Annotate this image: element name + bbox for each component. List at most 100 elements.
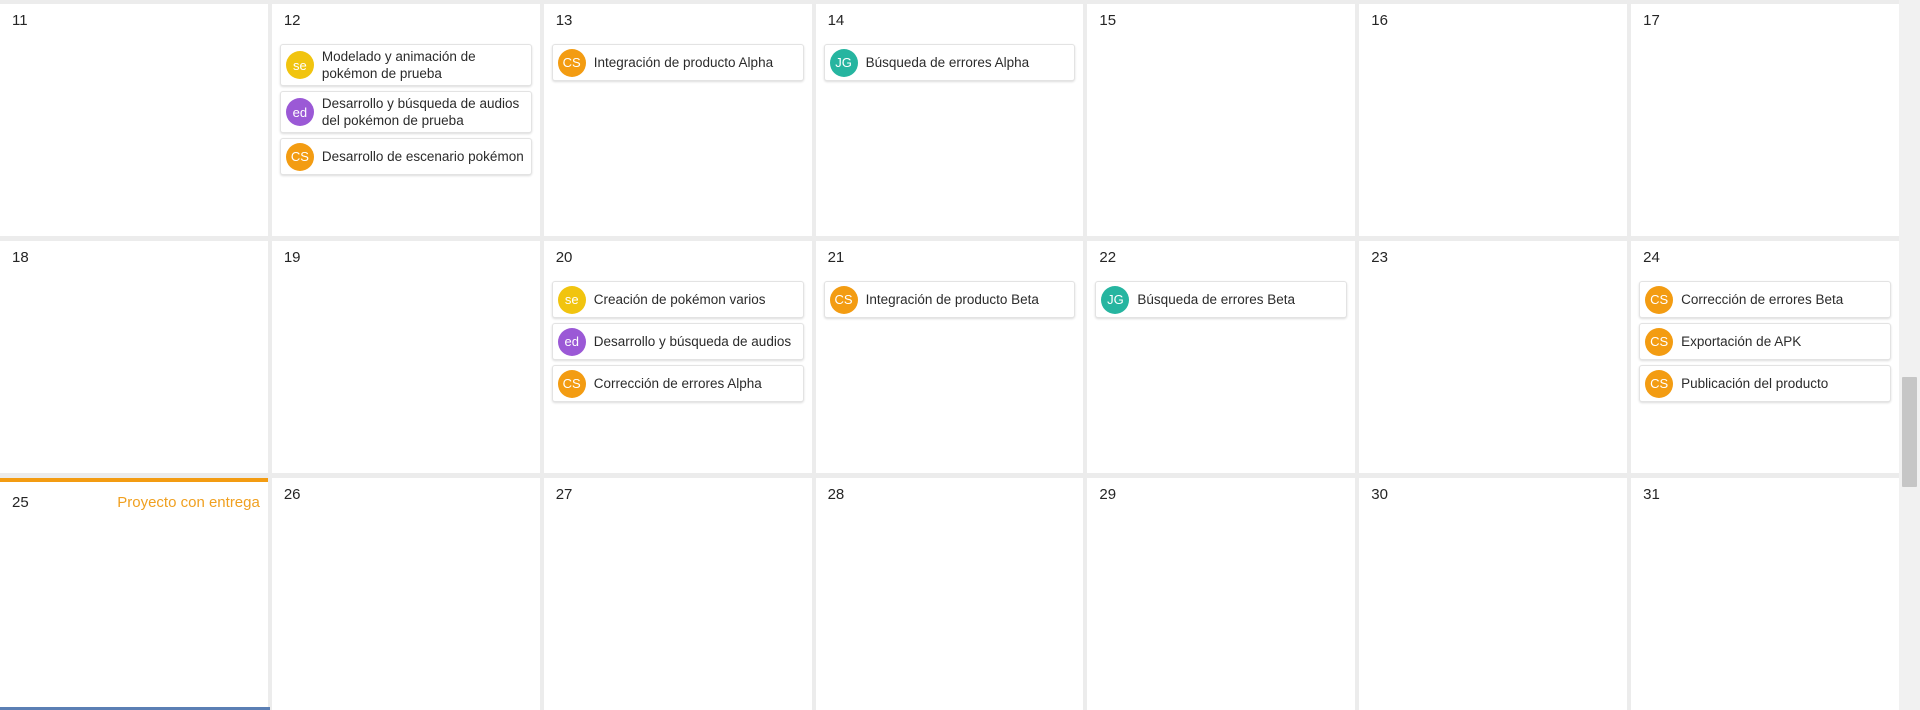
task-title: Publicación del producto xyxy=(1681,376,1829,391)
day-number: 12 xyxy=(283,12,301,29)
assignee-avatar[interactable]: CS xyxy=(1645,285,1674,314)
task-title: Búsqueda de errores Beta xyxy=(1137,292,1296,307)
task-title: Corrección de errores Beta xyxy=(1681,292,1844,307)
day-header: 30 xyxy=(1371,486,1619,506)
task-card[interactable]: se Modelado y animación de pokémon de pru… xyxy=(279,44,532,86)
day-header: 21 xyxy=(828,249,1076,269)
task-card[interactable]: CS Desarrollo de escenario pokémon xyxy=(279,138,532,175)
task-card[interactable]: CS Integración de producto Alpha xyxy=(551,44,804,81)
day-header: 28 xyxy=(828,486,1076,506)
day-cell-29[interactable]: 29 xyxy=(1087,478,1356,710)
day-cell-30[interactable]: 30 xyxy=(1359,478,1628,710)
day-header: 18 xyxy=(12,249,260,269)
day-cell-25[interactable]: 25 Proyecto con entrega xyxy=(0,478,268,710)
day-number: 19 xyxy=(283,249,301,266)
vertical-scrollbar-track[interactable] xyxy=(1899,0,1920,710)
day-cell-14[interactable]: 14 JG Búsqueda de errores Alpha xyxy=(815,4,1084,236)
task-title: Integración de producto Beta xyxy=(865,292,1039,307)
day-header: 12 xyxy=(284,12,532,32)
day-header: 15 xyxy=(1099,12,1347,32)
assignee-avatar[interactable]: CS xyxy=(557,48,586,77)
day-cell-23[interactable]: 23 xyxy=(1359,241,1628,473)
task-title: Exportación de APK xyxy=(1681,334,1802,349)
task-title: Corrección de errores Alpha xyxy=(593,376,762,391)
calendar-viewport: 11 12 se Modelado y animación de pokémon de… xyxy=(0,0,1920,710)
assignee-avatar[interactable]: JG xyxy=(829,48,858,77)
day-header: 17 xyxy=(1643,12,1891,32)
task-list: se Modelado y animación de pokémon de pru… xyxy=(279,44,532,175)
task-card[interactable]: CS Corrección de errores Alpha xyxy=(551,365,804,402)
assignee-avatar[interactable]: se xyxy=(557,285,586,314)
task-card[interactable]: CS Integración de producto Beta xyxy=(823,281,1076,318)
task-card[interactable]: JG Búsqueda de errores Beta xyxy=(1095,281,1348,318)
day-cell-28[interactable]: 28 xyxy=(815,478,1084,710)
day-number: 16 xyxy=(1371,12,1388,29)
day-number: 25 xyxy=(12,494,29,511)
day-cell-13[interactable]: 13 CS Integración de producto Alpha xyxy=(543,4,812,236)
assignee-avatar[interactable]: se xyxy=(285,51,314,79)
task-title: Creación de pokémon varios xyxy=(593,292,766,307)
day-cell-31[interactable]: 31 xyxy=(1631,478,1899,710)
assignee-avatar[interactable]: ed xyxy=(285,98,314,126)
day-number: 15 xyxy=(1099,12,1117,29)
assignee-avatar[interactable]: CS xyxy=(1645,369,1674,398)
day-cell-11[interactable]: 11 xyxy=(0,4,268,236)
task-list: CS Integración de producto Alpha xyxy=(551,44,804,81)
day-header: 19 xyxy=(284,249,532,269)
day-cell-20[interactable]: 20 se Creación de pokémon varios ed Desarrol… xyxy=(543,241,812,473)
task-list: CS Integración de producto Beta xyxy=(823,281,1076,318)
assignee-avatar[interactable]: CS xyxy=(1645,327,1674,356)
task-card[interactable]: ed Desarrollo y búsqueda de audios xyxy=(551,323,804,360)
day-cell-24[interactable]: 24 CS Corrección de errores Beta CS Exportac… xyxy=(1631,241,1899,473)
task-card[interactable]: se Creación de pokémon varios xyxy=(551,281,804,318)
day-number: 21 xyxy=(827,249,845,266)
task-list: CS Corrección de errores Beta CS Exportació… xyxy=(1639,281,1891,402)
day-header: 11 xyxy=(12,12,260,32)
day-number: 20 xyxy=(555,249,573,266)
task-title: Integración de producto Alpha xyxy=(593,55,774,70)
day-number: 22 xyxy=(1099,249,1117,266)
task-card[interactable]: CS Exportación de APK xyxy=(1639,323,1891,360)
day-cell-19[interactable]: 19 xyxy=(271,241,540,473)
task-card[interactable]: CS Corrección de errores Beta xyxy=(1639,281,1891,318)
task-card[interactable]: JG Búsqueda de errores Alpha xyxy=(823,44,1076,81)
day-cell-22[interactable]: 22 JG Búsqueda de errores Beta xyxy=(1087,241,1356,473)
task-card[interactable]: CS Publicación del producto xyxy=(1639,365,1891,402)
day-cell-16[interactable]: 16 xyxy=(1359,4,1628,236)
day-number: 24 xyxy=(1643,249,1660,266)
vertical-scrollbar-thumb[interactable] xyxy=(1902,377,1917,487)
day-header: 26 xyxy=(284,486,532,506)
day-number: 13 xyxy=(555,12,573,29)
assignee-avatar[interactable]: CS xyxy=(285,142,314,171)
day-cell-12[interactable]: 12 se Modelado y animación de pokémon de p… xyxy=(271,4,540,236)
day-number: 29 xyxy=(1099,486,1117,503)
task-title: Desarrollo y búsqueda de audios xyxy=(593,334,792,349)
task-title: Modelado y animación de pokémon de prueb… xyxy=(321,49,476,81)
day-number: 14 xyxy=(827,12,845,29)
day-cell-18[interactable]: 18 xyxy=(0,241,268,473)
day-number: 26 xyxy=(283,486,301,503)
day-number: 28 xyxy=(827,486,845,503)
day-number: 31 xyxy=(1643,486,1660,503)
month-calendar-grid: 11 12 se Modelado y animación de pokémon de… xyxy=(0,4,1899,710)
task-title: Desarrollo de escenario pokémon xyxy=(321,149,524,164)
task-list: JG Búsqueda de errores Alpha xyxy=(823,44,1076,81)
day-header: 31 xyxy=(1643,486,1891,506)
day-header: 29 xyxy=(1099,486,1347,506)
assignee-avatar[interactable]: CS xyxy=(557,369,586,398)
project-deadline-label[interactable]: Proyecto con entrega xyxy=(117,494,260,511)
assignee-avatar[interactable]: CS xyxy=(829,285,858,314)
day-number: 23 xyxy=(1371,249,1388,266)
day-cell-15[interactable]: 15 xyxy=(1087,4,1356,236)
day-header: 20 xyxy=(556,249,804,269)
day-cell-21[interactable]: 21 CS Integración de producto Beta xyxy=(815,241,1084,473)
day-cell-17[interactable]: 17 xyxy=(1631,4,1899,236)
day-cell-26[interactable]: 26 xyxy=(271,478,540,710)
day-header: 16 xyxy=(1371,12,1619,32)
assignee-avatar[interactable]: JG xyxy=(1101,285,1130,314)
assignee-avatar[interactable]: ed xyxy=(557,327,586,356)
day-header: 14 xyxy=(828,12,1076,32)
day-header: 13 xyxy=(556,12,804,32)
day-cell-27[interactable]: 27 xyxy=(543,478,812,710)
task-card[interactable]: ed Desarrollo y búsqueda de audios del po… xyxy=(279,91,532,133)
